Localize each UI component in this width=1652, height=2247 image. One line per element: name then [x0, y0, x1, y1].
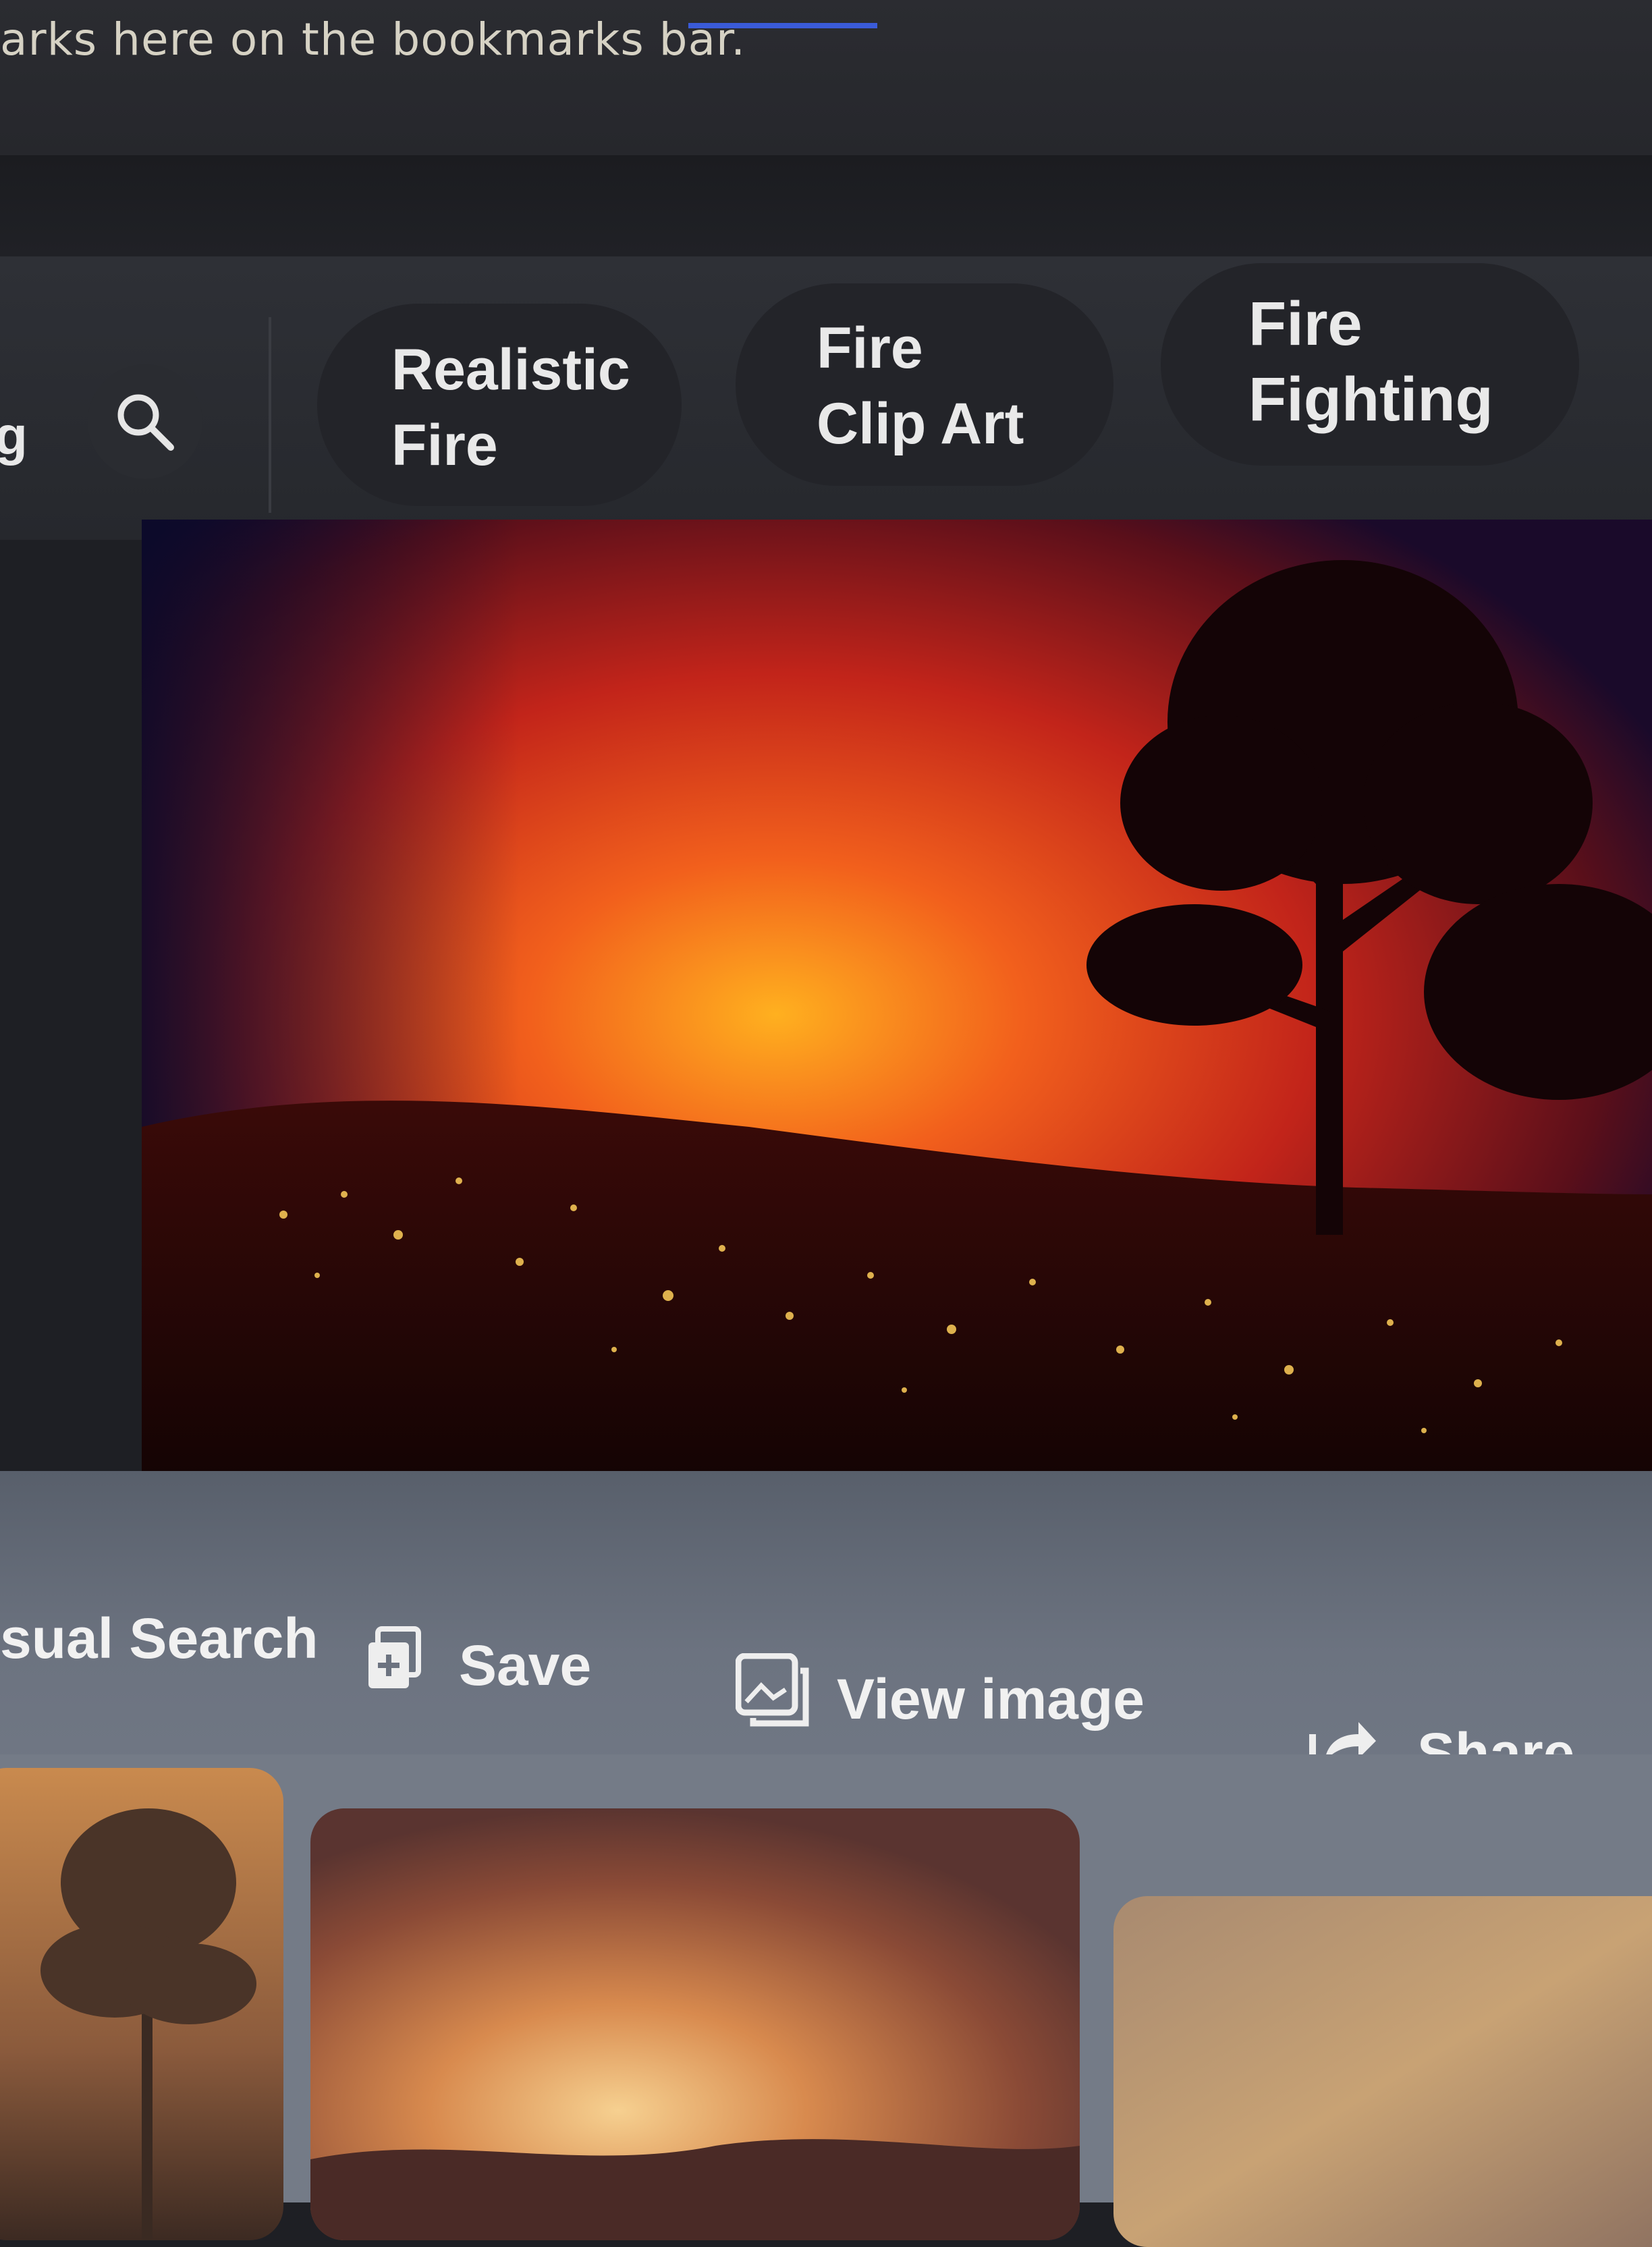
save-button[interactable]: Save	[459, 1633, 591, 1698]
related-image-thumbnail[interactable]	[0, 1768, 283, 2240]
chip-label: Fire Fighting	[1248, 289, 1493, 434]
chip-label: Fire Clip Art	[817, 316, 1024, 456]
related-image-thumbnail[interactable]	[310, 1808, 1080, 2240]
bookmarks-hint-text: arks here on the bookmarks bar.	[0, 13, 746, 65]
thumbnail-smoke-photo	[1113, 1896, 1652, 2247]
header-separator	[269, 317, 271, 513]
related-chip-fire-fighting[interactable]: Fire Fighting	[1161, 263, 1579, 466]
search-query-fragment: g	[0, 406, 28, 466]
view-image-button[interactable]: View image	[837, 1667, 1145, 1732]
visual-search-button[interactable]: sual Search	[0, 1606, 319, 1671]
search-button[interactable]	[88, 364, 202, 479]
thumbnail-tree-photo	[0, 1768, 283, 2240]
wildfire-photo	[142, 520, 1652, 1471]
chip-label: Realistic Fire	[391, 337, 630, 478]
related-chip-realistic-fire[interactable]: Realistic Fire	[317, 304, 682, 506]
related-chip-fire-clip-art[interactable]: Fire Clip Art	[736, 283, 1113, 486]
thumbnail-fire-photo	[310, 1808, 1080, 2240]
browser-divider	[0, 155, 1652, 256]
view-image-icon	[736, 1653, 809, 1727]
related-images-strip	[0, 1754, 1652, 2247]
search-icon	[117, 394, 174, 451]
save-icon	[368, 1626, 421, 1688]
bookmarks-bar: arks here on the bookmarks bar.	[0, 0, 1652, 155]
image-actions-toolbar: sual Search Save View image Share	[0, 1471, 1652, 1785]
bookmarks-manage-link[interactable]	[688, 0, 877, 28]
main-image-wildfire[interactable]	[142, 520, 1652, 1471]
related-image-thumbnail[interactable]	[1113, 1896, 1652, 2247]
